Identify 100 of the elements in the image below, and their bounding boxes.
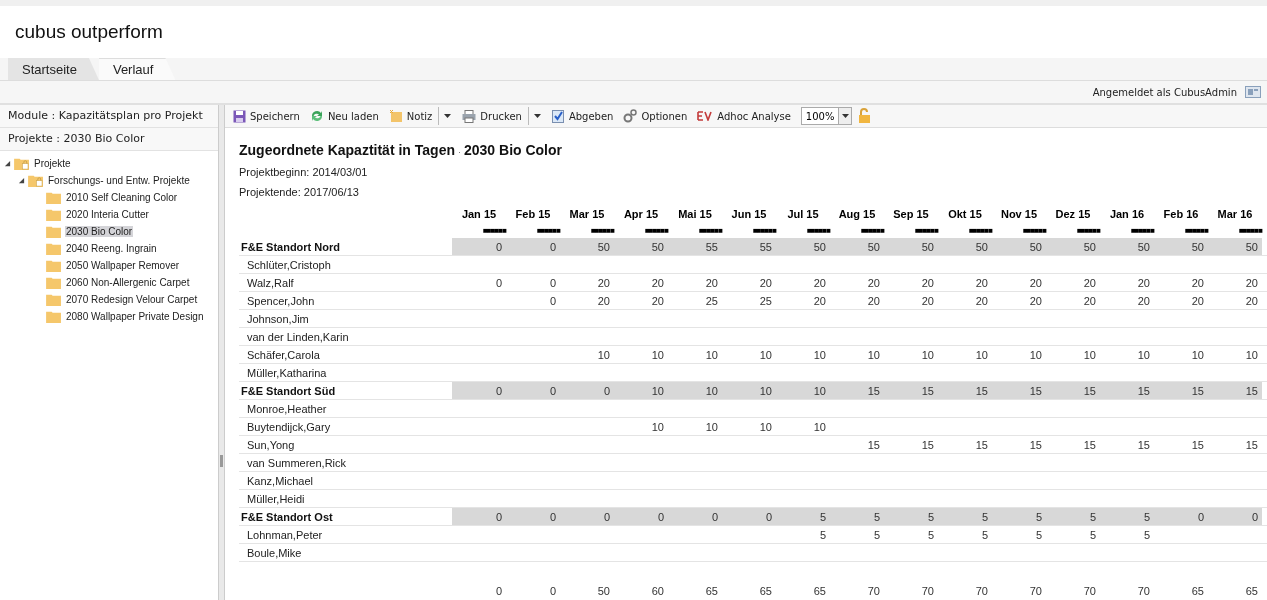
month-header: Apr 15	[622, 208, 660, 222]
value-text: 20	[813, 294, 826, 307]
value-text: 50	[1191, 240, 1204, 253]
tree-item[interactable]: 2060 Non-Allergenic Carpet	[65, 277, 191, 288]
project-begin: Projektbeginn: 2014/03/01	[239, 166, 369, 178]
value-text: 0	[603, 510, 610, 523]
project-label: Projekte : 2030 Bio Color	[0, 128, 218, 151]
value-text: 0	[495, 240, 502, 253]
value-text: 50	[867, 240, 880, 253]
person-name: Sun,Yong	[246, 438, 295, 451]
adhoc-button[interactable]: Adhoc Analyse	[693, 105, 795, 127]
value-text: 70	[1137, 585, 1150, 597]
value-text: 0	[495, 510, 502, 523]
value-text: 0	[657, 510, 664, 523]
month-header: Jul 15	[786, 208, 820, 222]
column-marks: ■■■■■■	[1131, 226, 1154, 235]
reload-button[interactable]: Neu laden	[305, 105, 383, 127]
value-text: 10	[759, 348, 772, 361]
options-button[interactable]: Optionen	[619, 105, 692, 127]
month-header: Feb 15	[514, 208, 552, 222]
month-header: Jun 15	[730, 208, 768, 222]
person-name: Walz,Ralf	[246, 276, 294, 289]
tab[interactable]: Verlauf	[98, 58, 176, 80]
value-text: 5	[819, 528, 826, 541]
value-text: 20	[1137, 276, 1150, 289]
tree-item[interactable]: 2040 Reeng. Ingrain	[65, 243, 158, 254]
folder-icon	[46, 259, 62, 272]
column-marks: ■■■■■■	[537, 226, 560, 235]
save-button[interactable]: Speichern	[229, 105, 304, 127]
tree-item[interactable]: Forschungs- und Entw. Projekte	[47, 175, 191, 186]
zoom-select[interactable]: 100%	[800, 107, 853, 125]
value-text: 5	[1035, 510, 1042, 523]
folder-icon	[46, 242, 62, 255]
folder-icon	[46, 276, 62, 289]
value-text: 15	[1137, 438, 1150, 451]
value-text: 50	[813, 240, 826, 253]
value-text: 20	[921, 294, 934, 307]
value-text: 65	[1245, 585, 1258, 597]
checklist-icon	[551, 109, 565, 123]
expand-arrow-icon[interactable]	[4, 160, 11, 167]
value-text: 10	[813, 384, 826, 397]
value-text: 10	[705, 348, 718, 361]
value-text: 20	[813, 276, 826, 289]
column-marks: ■■■■■■	[915, 226, 938, 235]
person-name: van der Linden,Karin	[246, 330, 349, 343]
value-text: 0	[549, 585, 556, 597]
value-text: 5	[1089, 528, 1096, 541]
tree-item[interactable]: 2020 Interia Cutter	[65, 209, 150, 220]
value-text: 70	[867, 585, 880, 597]
tree-item[interactable]: Projekte	[33, 158, 72, 169]
value-text: 0	[549, 384, 556, 397]
column-marks: ■■■■■■	[807, 226, 830, 235]
value-text: 60	[651, 585, 664, 597]
value-text: 5	[1089, 510, 1096, 523]
value-text: 20	[1245, 276, 1258, 289]
locked-folder-icon	[14, 157, 30, 170]
value-text: 50	[921, 240, 934, 253]
value-text: 0	[549, 276, 556, 289]
value-text: 10	[651, 348, 664, 361]
value-text: 15	[1245, 438, 1258, 451]
value-text: 10	[1029, 348, 1042, 361]
caret-icon	[533, 114, 541, 118]
value-text: 10	[975, 348, 988, 361]
value-text: 15	[1137, 384, 1150, 397]
value-text: 0	[1197, 510, 1204, 523]
person-name: Schlüter,Cristoph	[246, 258, 331, 271]
tree-item[interactable]: 2030 Bio Color	[65, 226, 134, 237]
value-text: 0	[495, 384, 502, 397]
submit-button[interactable]: Abgeben	[547, 105, 618, 127]
note-icon	[388, 109, 403, 123]
tree-item[interactable]: 2010 Self Cleaning Color	[65, 192, 179, 203]
value-text: 0	[765, 510, 772, 523]
column-marks: ■■■■■■	[1185, 226, 1208, 235]
tree-item[interactable]: 2050 Wallpaper Remover	[65, 260, 181, 271]
value-text: 20	[867, 294, 880, 307]
column-marks: ■■■■■■	[699, 226, 722, 235]
column-marks: ■■■■■■	[969, 226, 992, 235]
value-text: 20	[1245, 294, 1258, 307]
value-text: 20	[975, 294, 988, 307]
print-button[interactable]: Drucken	[458, 105, 526, 127]
value-text: 15	[1083, 384, 1096, 397]
value-text: 0	[1251, 510, 1258, 523]
value-text: 65	[1191, 585, 1204, 597]
value-text: 15	[975, 438, 988, 451]
value-text: 15	[1083, 438, 1096, 451]
person-name: Schäfer,Carola	[246, 348, 320, 361]
person-name: Boule,Mike	[246, 546, 302, 559]
tree-item[interactable]: 2080 Wallpaper Private Design	[65, 311, 205, 322]
tab[interactable]: Startseite	[8, 58, 99, 80]
value-text: 5	[819, 510, 826, 523]
value-text: 50	[975, 240, 988, 253]
group-name: F&E Standort Ost	[240, 510, 333, 523]
expand-arrow-icon[interactable]	[18, 177, 25, 184]
tree-item[interactable]: 2070 Redesign Velour Carpet	[65, 294, 199, 305]
refresh-icon	[309, 109, 324, 123]
value-text: 20	[1137, 294, 1150, 307]
folder-icon	[46, 310, 62, 323]
month-header: Mar 15	[568, 208, 606, 222]
month-header: Jan 15	[460, 208, 498, 222]
note-button[interactable]: Notiz	[384, 105, 437, 127]
